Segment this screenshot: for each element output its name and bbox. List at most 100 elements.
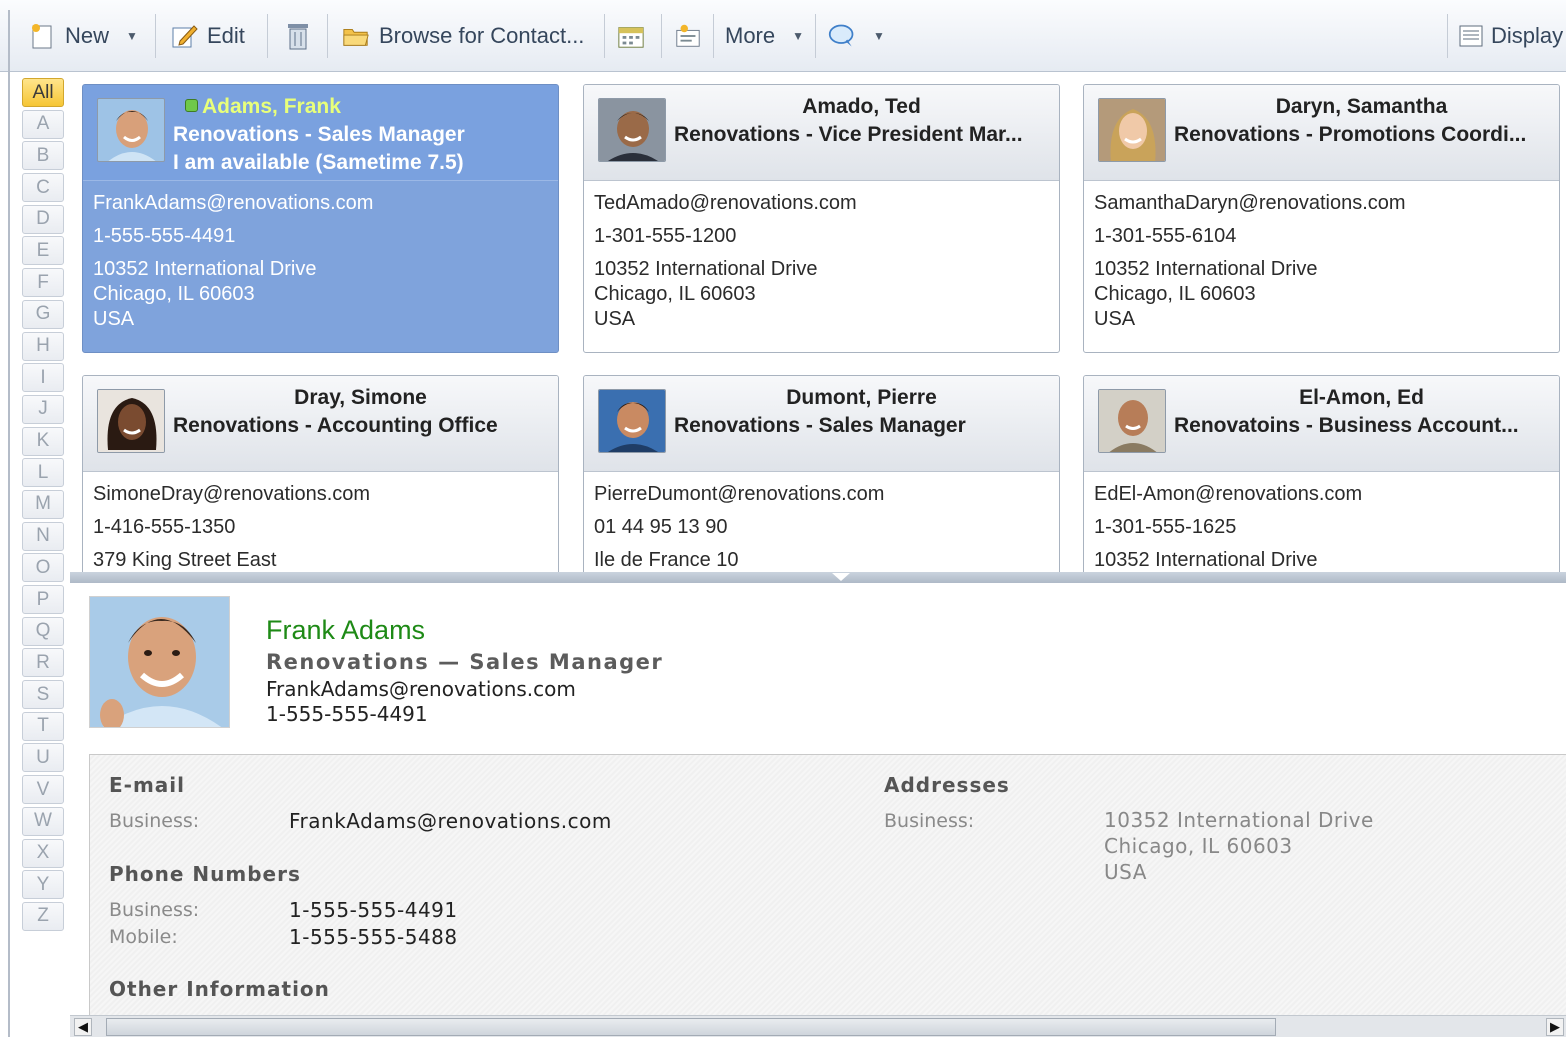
contact-address-line: 10352 International Drive	[594, 258, 818, 280]
alphabet-letter-k[interactable]: K	[22, 426, 64, 456]
alphabet-letter-j[interactable]: J	[22, 394, 64, 424]
contact-card-button[interactable]	[664, 12, 712, 60]
contact-name: Dray, Simone	[294, 386, 427, 409]
contact-card-adams-frank[interactable]: Adams, Frank Renovations - Sales Manager…	[82, 84, 559, 353]
contact-card-icon	[674, 22, 702, 50]
alphabet-letter-e[interactable]: E	[22, 236, 64, 266]
calendar-button[interactable]	[607, 12, 655, 60]
display-button[interactable]: Display	[1447, 12, 1566, 60]
contact-address-line: Chicago, IL 60603	[594, 283, 756, 305]
card-body: FrankAdams@renovations.com 1-555-555-449…	[83, 181, 558, 332]
alphabet-letter-all[interactable]: All	[22, 78, 64, 107]
alphabet-letter-o[interactable]: O	[22, 553, 64, 583]
scroll-left-icon[interactable]: ◀	[74, 1018, 92, 1036]
alphabet-letter-r[interactable]: R	[22, 648, 64, 678]
alphabet-letter-i[interactable]: I	[22, 363, 64, 393]
phone-mobile-label: Mobile:	[109, 926, 178, 948]
phone-business-label: Business:	[109, 899, 200, 921]
more-button[interactable]: More ▼	[715, 12, 814, 60]
contact-name-text: Adams, Frank	[202, 95, 341, 118]
contact-card-el-amon-ed[interactable]: El-Amon, Ed Renovatoins - Business Accou…	[1083, 375, 1560, 572]
horizontal-scrollbar[interactable]: ◀ ▶	[70, 1015, 1566, 1037]
contact-email: SimoneDray@renovations.com	[93, 483, 371, 505]
scroll-right-icon[interactable]: ▶	[1546, 1018, 1564, 1036]
contact-phone: 01 44 95 13 90	[594, 516, 728, 538]
contact-address-line: 10352 International Drive	[93, 258, 317, 280]
contact-photo	[598, 389, 666, 453]
alphabet-letter-p[interactable]: P	[22, 585, 64, 614]
contact-name: Dumont, Pierre	[786, 386, 937, 409]
chevron-down-icon[interactable]: ▼	[873, 29, 885, 43]
contact-photo	[1098, 389, 1166, 453]
contact-address-line: USA	[93, 308, 135, 330]
alphabet-letter-z[interactable]: Z	[22, 901, 64, 931]
alphabet-letter-u[interactable]: U	[22, 743, 64, 773]
contact-photo	[598, 98, 666, 162]
alphabet-letter-b[interactable]: B	[22, 141, 64, 171]
window-frame	[8, 10, 10, 1037]
alphabet-letter-d[interactable]: D	[22, 204, 64, 234]
contact-detail-photo	[89, 596, 230, 728]
contact-detail-email[interactable]: FrankAdams@renovations.com	[266, 677, 576, 701]
alphabet-letter-g[interactable]: G	[22, 299, 64, 329]
email-section-title: E-mail	[109, 773, 186, 797]
alphabet-letter-y[interactable]: Y	[22, 870, 64, 900]
alphabet-letter-h[interactable]: H	[22, 331, 64, 361]
card-header: Dumont, Pierre Renovations - Sales Manag…	[584, 376, 1059, 472]
alphabet-letter-s[interactable]: S	[22, 680, 64, 710]
alphabet-letter-c[interactable]: C	[22, 173, 64, 203]
phone-business-value: 1-555-555-4491	[289, 898, 458, 922]
alphabet-letter-n[interactable]: N	[22, 521, 64, 551]
alphabet-letter-w[interactable]: W	[22, 806, 64, 836]
contact-card-dray-simone[interactable]: Dray, Simone Renovations - Accounting Of…	[82, 375, 559, 572]
alphabet-letter-t[interactable]: T	[22, 711, 64, 741]
presence-available-icon	[185, 99, 198, 112]
alphabet-letter-v[interactable]: V	[22, 775, 64, 805]
contact-phone: 1-301-555-1200	[594, 225, 737, 247]
contact-org: Renovations - Vice President Mar...	[674, 123, 1023, 146]
display-icon	[1457, 22, 1485, 50]
card-body: EdEl-Amon@renovations.com 1-301-555-1625…	[1084, 472, 1559, 572]
browse-label: Browse for Contact...	[379, 23, 585, 48]
contact-name: Amado, Ted	[802, 95, 921, 118]
pane-splitter[interactable]	[70, 572, 1566, 583]
new-button[interactable]: New ▼	[18, 12, 148, 60]
contact-card-daryn-samantha[interactable]: Daryn, Samantha Renovations - Promotions…	[1083, 84, 1560, 353]
card-header: Dray, Simone Renovations - Accounting Of…	[83, 376, 558, 472]
contact-email: TedAmado@renovations.com	[594, 192, 857, 214]
toolbar-separator	[713, 14, 714, 58]
toolbar-separator	[267, 14, 268, 58]
contact-phone: 1-301-555-1625	[1094, 516, 1237, 538]
folder-icon	[342, 22, 370, 50]
chat-button[interactable]: ▼	[818, 12, 895, 60]
collapse-arrow-icon[interactable]	[832, 573, 850, 581]
contact-detail-org: Renovations — Sales Manager	[266, 650, 664, 674]
alphabet-letter-x[interactable]: X	[22, 838, 64, 868]
address-line: 10352 International Drive	[1104, 808, 1374, 832]
phone-mobile-value: 1-555-555-5488	[289, 925, 458, 949]
alphabet-letter-f[interactable]: F	[22, 268, 64, 298]
delete-button[interactable]	[274, 12, 322, 60]
card-body: TedAmado@renovations.com 1-301-555-1200 …	[584, 181, 1059, 332]
alphabet-letter-q[interactable]: Q	[22, 616, 64, 646]
contact-card-dumont-pierre[interactable]: Dumont, Pierre Renovations - Sales Manag…	[583, 375, 1060, 572]
edit-button[interactable]: Edit	[160, 12, 255, 60]
address-business-value: 10352 International Drive Chicago, IL 60…	[1104, 807, 1374, 885]
contact-phone: 1-301-555-6104	[1094, 225, 1237, 247]
contact-card-amado-ted[interactable]: Amado, Ted Renovations - Vice President …	[583, 84, 1060, 353]
email-business-value[interactable]: FrankAdams@renovations.com	[289, 809, 612, 833]
scrollbar-thumb[interactable]	[106, 1018, 1276, 1036]
chevron-down-icon[interactable]: ▼	[792, 29, 804, 43]
card-body: SimoneDray@renovations.com 1-416-555-135…	[83, 472, 558, 572]
alphabet-letter-l[interactable]: L	[22, 458, 64, 488]
toolbar-separator	[604, 14, 605, 58]
alphabet-letter-a[interactable]: A	[22, 109, 64, 139]
new-contact-icon	[28, 22, 56, 50]
contact-email: PierreDumont@renovations.com	[594, 483, 885, 505]
alphabet-letter-m[interactable]: M	[22, 489, 64, 519]
contact-org: Renovatoins - Business Account...	[1174, 414, 1519, 437]
browse-for-contact-button[interactable]: Browse for Contact...	[332, 12, 594, 60]
contact-address-line: Chicago, IL 60603	[93, 283, 255, 305]
contact-photo	[97, 98, 165, 162]
chevron-down-icon[interactable]: ▼	[126, 29, 138, 43]
